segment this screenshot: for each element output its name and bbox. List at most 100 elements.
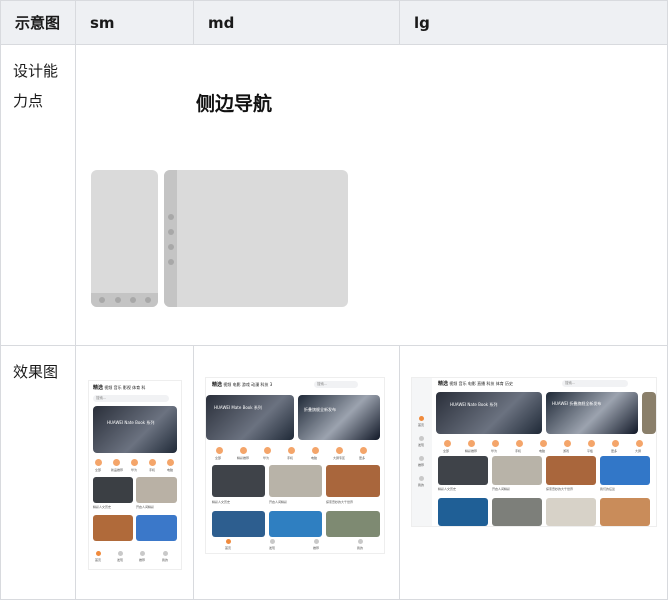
tab[interactable]: 音乐 xyxy=(459,381,467,386)
header-sm: sm xyxy=(75,0,194,45)
profile-icon[interactable] xyxy=(163,551,168,556)
category-icon[interactable] xyxy=(444,440,451,447)
category-icon[interactable] xyxy=(516,440,523,447)
tab[interactable]: 音乐 xyxy=(114,385,122,390)
content-thumbnail[interactable] xyxy=(546,456,596,485)
banner[interactable]: HUAWEI 折叠旗舰全新发布 xyxy=(546,392,638,434)
content-thumbnail[interactable] xyxy=(492,456,542,485)
banner[interactable]: 折叠旗舰全新发布 xyxy=(298,395,380,440)
sm-preview-cell: 精选 视频 音乐 影视 体育 科 搜索... HUAWEI Nate Book … xyxy=(75,345,194,600)
tab[interactable]: 电影 xyxy=(233,382,241,387)
category-icon[interactable] xyxy=(113,459,120,466)
category-icon[interactable] xyxy=(564,440,571,447)
category-icon[interactable] xyxy=(588,440,595,447)
category-icon[interactable] xyxy=(636,440,643,447)
content-thumbnail[interactable] xyxy=(269,511,322,537)
header-md: md xyxy=(193,0,400,45)
recommend-icon[interactable] xyxy=(419,456,424,461)
discover-icon[interactable] xyxy=(419,436,424,441)
tab[interactable]: 3 xyxy=(270,382,273,387)
search-input[interactable]: 搜索... xyxy=(93,395,169,402)
home-icon[interactable] xyxy=(226,539,231,544)
category-icon[interactable] xyxy=(492,440,499,447)
tab[interactable]: 科 xyxy=(141,385,145,390)
category-icon[interactable] xyxy=(540,440,547,447)
discover-icon[interactable] xyxy=(118,551,123,556)
banner[interactable]: HUAWEI Mate Book 系列 xyxy=(206,395,294,440)
nav-label: 发现 xyxy=(418,443,425,447)
category-icon[interactable] xyxy=(149,459,156,466)
tab[interactable]: 体育 xyxy=(496,381,504,386)
tab[interactable]: 科技 xyxy=(260,382,268,387)
tab-dot xyxy=(145,297,151,303)
tab[interactable]: 历史 xyxy=(505,381,513,386)
content-thumbnail[interactable] xyxy=(438,456,488,485)
category-icon[interactable] xyxy=(312,447,319,454)
home-icon[interactable] xyxy=(419,416,424,421)
banner[interactable] xyxy=(642,392,656,434)
tab[interactable]: 直播 xyxy=(477,381,485,386)
tab[interactable]: 精选 xyxy=(438,381,448,387)
tab[interactable]: 视频 xyxy=(449,381,457,386)
tab[interactable]: 动漫 xyxy=(251,382,259,387)
content-thumbnail[interactable] xyxy=(212,465,265,497)
home-icon[interactable] xyxy=(96,551,101,556)
nav-label: 首页 xyxy=(418,423,425,427)
content-thumbnail[interactable] xyxy=(93,515,133,541)
category-icon[interactable] xyxy=(167,459,174,466)
nav-label: 发现 xyxy=(117,558,124,562)
profile-icon[interactable] xyxy=(358,539,363,544)
content-thumbnail[interactable] xyxy=(438,498,488,526)
tab[interactable]: 视频 xyxy=(223,382,231,387)
banner[interactable]: HUAWEI Nate Book 系列 xyxy=(436,392,542,434)
banner[interactable]: HUAWEI Nate Book 系列 xyxy=(93,406,177,453)
lg-tablet-preview: 首页 发现 推荐 我的 精选 视频 音乐 电影 直播 科技 体育 历史 搜索..… xyxy=(412,378,656,526)
category-icon[interactable] xyxy=(336,447,343,454)
content-thumbnail[interactable] xyxy=(212,511,265,537)
tab[interactable]: 体育 xyxy=(132,385,140,390)
tab[interactable]: 精选 xyxy=(212,382,222,388)
category-icon[interactable] xyxy=(360,447,367,454)
content-title: 开启人间精彩 xyxy=(269,500,288,504)
content-thumbnail[interactable] xyxy=(492,498,542,526)
nav-label: 推荐 xyxy=(418,463,425,467)
nav-label: 我的 xyxy=(162,558,169,562)
recommend-icon[interactable] xyxy=(140,551,145,556)
md-tablet-preview: 精选 视频 电影 游戏 动漫 科技 3 搜索... HUAWEI Mate Bo… xyxy=(206,378,384,553)
tab[interactable]: 视频 xyxy=(104,385,112,390)
content-thumbnail[interactable] xyxy=(136,515,177,541)
bottom-tab-bar xyxy=(91,293,158,307)
content-thumbnail[interactable] xyxy=(136,477,177,503)
content-thumbnail[interactable] xyxy=(269,465,322,497)
tab[interactable]: 影视 xyxy=(123,385,131,390)
md-preview-cell: 精选 视频 电影 游戏 动漫 科技 3 搜索... HUAWEI Mate Bo… xyxy=(193,345,400,600)
content-thumbnail[interactable] xyxy=(546,498,596,526)
tab[interactable]: 精选 xyxy=(93,385,103,391)
search-input[interactable]: 搜索... xyxy=(562,380,628,387)
recommend-icon[interactable] xyxy=(314,539,319,544)
search-input[interactable]: 搜索... xyxy=(314,381,358,388)
category-label: 平板 xyxy=(587,449,594,453)
category-label: 大屏 xyxy=(635,449,642,453)
lg-preview-cell: 首页 发现 推荐 我的 精选 视频 音乐 电影 直播 科技 体育 历史 搜索..… xyxy=(399,345,668,600)
category-icon[interactable] xyxy=(95,459,102,466)
tab[interactable]: 科技 xyxy=(486,381,494,386)
category-icon[interactable] xyxy=(131,459,138,466)
discover-icon[interactable] xyxy=(270,539,275,544)
content-thumbnail[interactable] xyxy=(600,456,650,485)
tab[interactable]: 电影 xyxy=(468,381,476,386)
category-icon[interactable] xyxy=(612,440,619,447)
nav-label: 发现 xyxy=(269,546,276,550)
content-thumbnail[interactable] xyxy=(93,477,133,503)
content-thumbnail[interactable] xyxy=(326,511,380,537)
content-thumbnail[interactable] xyxy=(326,465,380,497)
category-icon[interactable] xyxy=(264,447,271,454)
content-thumbnail[interactable] xyxy=(600,498,650,526)
tab[interactable]: 游戏 xyxy=(242,382,250,387)
category-icon[interactable] xyxy=(468,440,475,447)
category-icon[interactable] xyxy=(216,447,223,454)
category-icon[interactable] xyxy=(288,447,295,454)
profile-icon[interactable] xyxy=(419,476,424,481)
banner-title: HUAWEI Mate Book 系列 xyxy=(214,405,262,410)
category-icon[interactable] xyxy=(240,447,247,454)
